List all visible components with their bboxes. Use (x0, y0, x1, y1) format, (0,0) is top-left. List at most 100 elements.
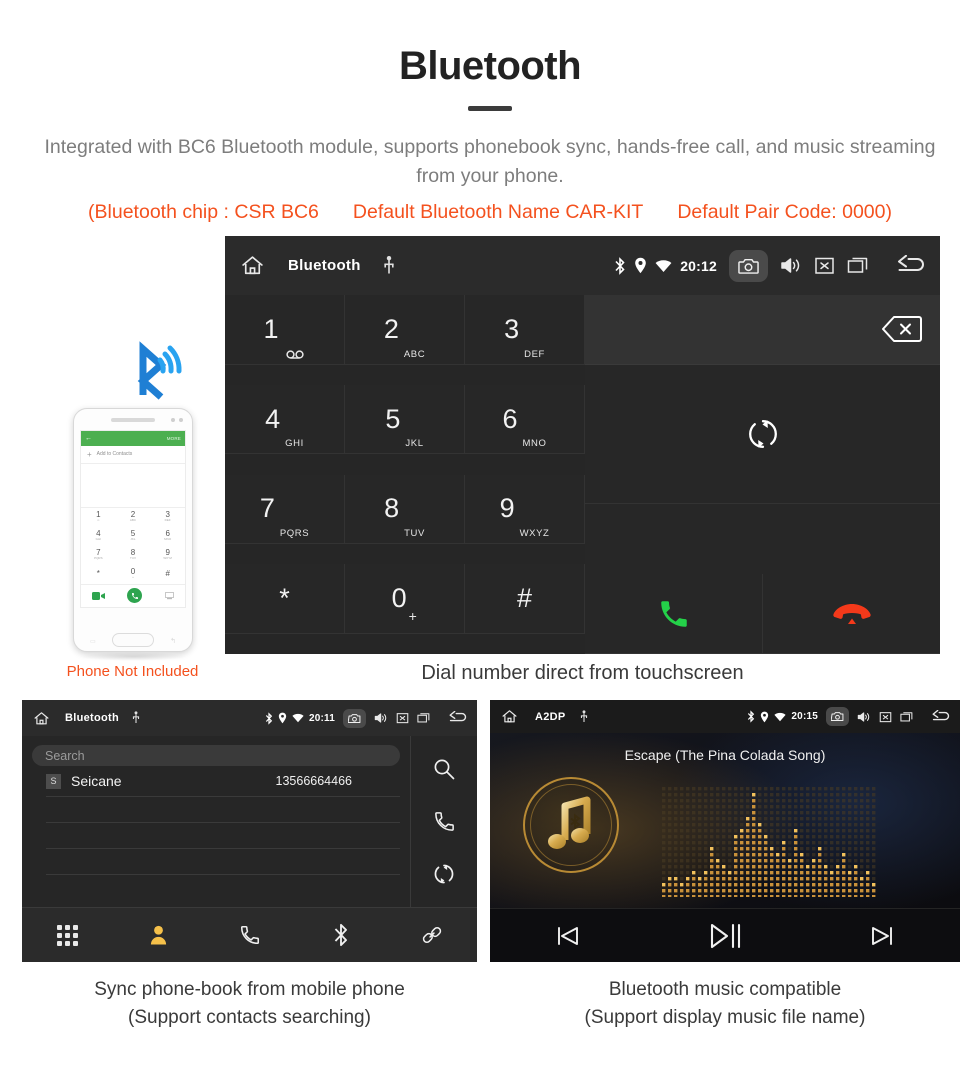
play-pause-button[interactable] (647, 922, 804, 950)
dial-key-4[interactable]: 4 GHI (225, 384, 345, 455)
phone-key: 7 PQRS (81, 546, 116, 565)
hangup-button[interactable] (763, 574, 940, 653)
contact-row[interactable]: S Seicane 13566664466 (46, 766, 400, 797)
phone-mockup: ← MORE + Add to Contacts 1 ∞ 2 ABC 3 DEF 4G… (45, 341, 220, 680)
keypad-grid-icon (57, 924, 78, 946)
volume-icon[interactable] (780, 256, 802, 275)
recent-apps-icon[interactable] (417, 712, 431, 724)
status-indicators: 20:15 (747, 710, 818, 723)
phonebook-caption-line2: (Support contacts searching) (128, 1006, 371, 1028)
phone-key-sub: TUV (129, 556, 136, 561)
dial-key-8[interactable]: 8 TUV (345, 474, 465, 544)
dialer-status-bar: Bluetooth 20:12 (225, 236, 940, 295)
phonebook-caption-line1: Sync phone-book from mobile phone (94, 979, 405, 1000)
close-icon[interactable] (396, 712, 409, 724)
phone-app-bar: ← MORE (81, 430, 185, 446)
dial-key-letters: JKL (405, 438, 424, 450)
phone-keypad: 1 ∞ 2 ABC 3 DEF 4 GHI 5 JKL 6 MNO 7 PQRS 8 TUV 9… (81, 508, 185, 584)
dial-key-star[interactable]: * (225, 564, 345, 634)
recent-apps-icon[interactable] (847, 256, 870, 275)
home-icon[interactable] (239, 253, 266, 278)
home-icon[interactable] (500, 708, 519, 725)
title-divider (468, 106, 512, 111)
backspace-icon[interactable] (881, 314, 923, 344)
page-title: Bluetooth (398, 44, 582, 88)
contact-row-empty (46, 823, 400, 849)
camera-icon[interactable] (729, 249, 768, 282)
bluetooth-icon (333, 923, 349, 947)
search-icon[interactable] (432, 757, 456, 781)
phonebook-body: Search S Seicane 13566664466 (22, 736, 477, 907)
tab-link[interactable] (386, 924, 477, 946)
dial-key-9[interactable]: 9 WXYZ (465, 474, 585, 544)
dialer-caption: Dial number direct from touchscreen (421, 662, 744, 684)
music-controls (490, 908, 960, 962)
phone-key-digit: * (96, 569, 100, 578)
phonebook-status-bar: Bluetooth 20:11 (22, 700, 477, 736)
recent-apps-icon[interactable] (900, 711, 914, 723)
usb-icon (383, 255, 395, 276)
tab-keypad[interactable] (22, 924, 113, 946)
back-icon[interactable] (896, 254, 928, 277)
phone-action-row (81, 583, 185, 607)
dial-key-5[interactable]: 5 JKL (345, 384, 465, 455)
volume-icon[interactable] (857, 711, 871, 723)
home-icon[interactable] (32, 710, 51, 727)
dial-key-hash[interactable]: # (465, 564, 585, 634)
location-icon (278, 712, 287, 724)
dial-key-2[interactable]: 2 ABC (345, 295, 465, 365)
dial-key-digit: # (516, 583, 533, 613)
dial-sync-button[interactable] (585, 364, 940, 504)
dial-key-digit: * (279, 583, 290, 613)
phone-key-sub: DEF (164, 518, 171, 523)
phone-key-sub: JKL (130, 537, 136, 542)
sync-icon (745, 416, 781, 452)
phone-screen: ← MORE + Add to Contacts 1 ∞ 2 ABC 3 DEF 4G… (80, 429, 186, 608)
camera-icon[interactable] (343, 708, 366, 728)
phone-not-included-note: Phone Not Included (66, 663, 199, 680)
page-description: Integrated with BC6 Bluetooth module, su… (44, 136, 936, 188)
call-icon[interactable] (433, 810, 456, 833)
phonebook-list-area: Search S Seicane 13566664466 (22, 736, 411, 907)
music-screenshot: A2DP 20:15 Escape (The Pina Colada Song) (490, 700, 960, 962)
sync-icon[interactable] (432, 862, 456, 886)
dial-key-3[interactable]: 3 DEF (465, 295, 585, 365)
dial-key-digit: 8 (384, 493, 400, 524)
dial-key-digit: 5 (385, 403, 401, 434)
dialer-clock: 20:12 (680, 257, 717, 274)
status-indicators: 20:11 (265, 711, 335, 725)
volume-icon[interactable] (374, 712, 388, 724)
dial-key-letters: GHI (285, 438, 304, 450)
phone-key: 0 + (116, 565, 151, 584)
search-input[interactable]: Search (32, 745, 400, 766)
bluetooth-icon (265, 711, 273, 725)
music-status-bar: A2DP 20:15 (490, 700, 960, 733)
phonebook-screenshot: Bluetooth 20:11 Search S Seicane 1356666… (22, 700, 477, 962)
tab-bluetooth[interactable] (295, 923, 386, 947)
dial-key-1[interactable]: 1 (225, 295, 345, 365)
camera-icon[interactable] (826, 707, 849, 726)
dial-key-digit: 2 (383, 313, 399, 344)
location-icon (634, 257, 647, 274)
previous-button[interactable] (490, 924, 647, 948)
dial-key-6[interactable]: 6 MNO (465, 384, 585, 455)
tab-contacts[interactable] (113, 924, 204, 946)
dial-key-0[interactable]: 0 + (345, 564, 465, 634)
dial-key-digit: 3 (504, 313, 520, 344)
close-icon[interactable] (814, 256, 835, 275)
next-button[interactable] (803, 924, 960, 948)
dialer-keypad-area: 1 2 ABC 3 DEF 4 GHI 5 JKL 6 MNO 7 PQRS 8… (225, 295, 940, 654)
dial-key-7[interactable]: 7 PQRS (225, 474, 345, 544)
close-icon[interactable] (879, 711, 892, 723)
tab-call-log[interactable] (204, 924, 295, 946)
music-caption-line2: (Support display music file name) (584, 1006, 866, 1028)
album-art (523, 777, 619, 873)
dial-number-display[interactable] (585, 295, 940, 365)
phone-keyboard-icon (164, 591, 174, 600)
spec-default-name: Default Bluetooth Name CAR-KIT (352, 200, 644, 223)
music-title: A2DP (535, 710, 566, 723)
contact-row-empty (46, 797, 400, 823)
call-button[interactable] (585, 574, 763, 653)
back-icon[interactable] (448, 711, 469, 725)
back-icon[interactable] (931, 709, 952, 724)
